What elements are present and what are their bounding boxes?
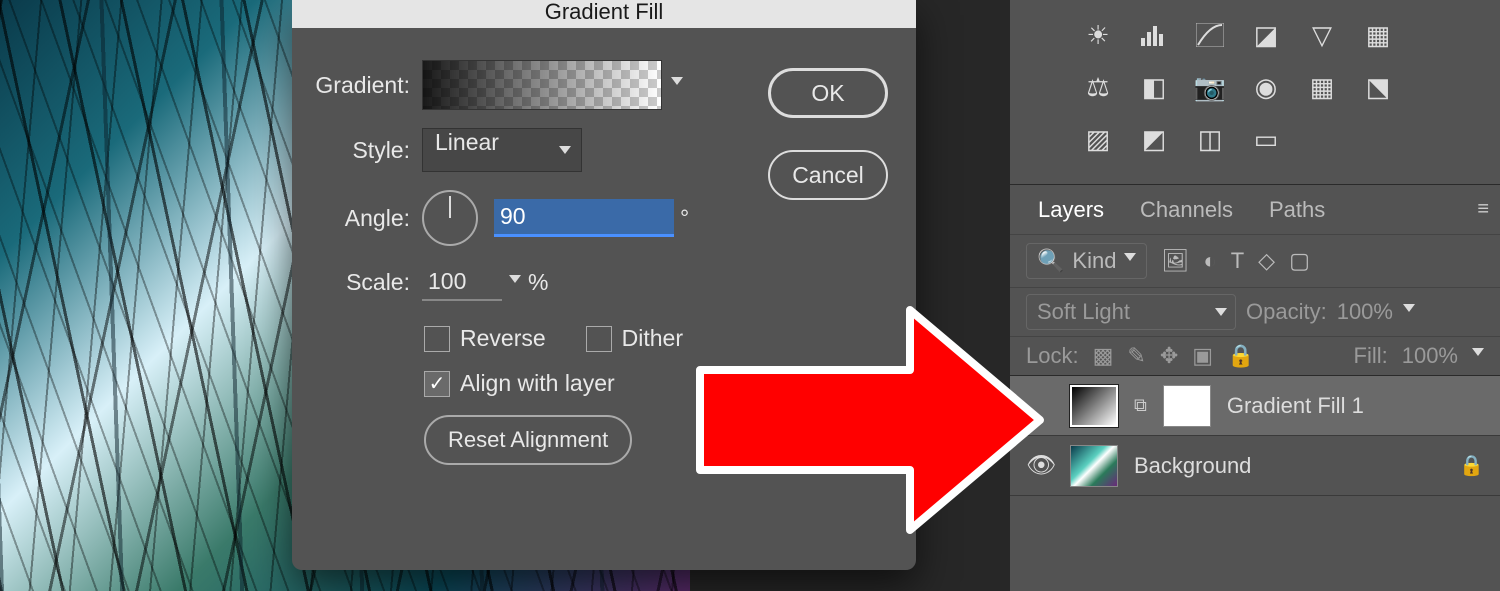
lock-icon: 🔒 (1459, 453, 1484, 478)
color-balance-icon[interactable]: ⚖ (1080, 72, 1116, 102)
kind-label: Kind (1072, 248, 1116, 274)
lock-label: Lock: (1026, 343, 1079, 369)
reset-alignment-button[interactable]: Reset Alignment (424, 415, 632, 465)
levels-icon[interactable] (1136, 20, 1172, 50)
filter-shape-icon[interactable]: ◇ (1258, 248, 1275, 274)
dither-label: Dither (622, 325, 683, 352)
gradient-map-icon[interactable]: ▭ (1248, 124, 1284, 154)
opacity-label: Opacity: (1246, 299, 1327, 325)
angle-label: Angle: (292, 205, 422, 232)
gradient-label: Gradient: (292, 72, 422, 99)
chevron-down-icon (1215, 308, 1227, 316)
search-icon: 🔍 (1037, 248, 1064, 274)
panel-menu-icon[interactable]: ≡ (1477, 198, 1490, 221)
hue-icon[interactable]: ▦ (1360, 20, 1396, 50)
layers-list: ⧉ Gradient Fill 1 👁 Background 🔒 (1010, 375, 1500, 496)
angle-dial[interactable] (422, 190, 478, 246)
filter-smart-icon[interactable]: ▢ (1289, 248, 1310, 274)
filter-pixel-icon[interactable]: 🖼 (1161, 248, 1189, 274)
angle-unit: ° (680, 205, 689, 232)
layer-thumbnail[interactable] (1070, 385, 1118, 427)
gradient-fill-dialog: Gradient Fill OK Cancel Gradient: Style:… (292, 0, 916, 570)
layers-panel: Layers Channels Paths ≡ 🔍 Kind 🖼 ◐ T ◇ ▢… (1010, 184, 1500, 496)
dither-checkbox[interactable] (586, 326, 612, 352)
angle-input[interactable] (494, 199, 674, 237)
threshold-icon[interactable]: ◩ (1136, 124, 1172, 154)
lock-pixels-icon[interactable]: ✎ (1127, 343, 1145, 369)
fill-value[interactable]: 100% (1402, 343, 1458, 369)
opacity-value[interactable]: 100% (1337, 299, 1393, 325)
lock-all-icon[interactable]: 🔒 (1227, 343, 1254, 369)
photo-filter-icon[interactable]: 📷 (1192, 72, 1228, 102)
adjustments-icons: ☀ ◪ ▽ ▦ ⚖ ◧ 📷 ◉ ▦ ⬔ ▨ ◩ ◫ ▭ (1010, 0, 1500, 164)
lock-artboard-icon[interactable]: ▣ (1192, 343, 1213, 369)
align-checkbox[interactable] (424, 371, 450, 397)
filter-adjust-icon[interactable]: ◐ (1203, 248, 1216, 274)
layer-thumbnail[interactable] (1070, 445, 1118, 487)
filter-kind-select[interactable]: 🔍 Kind (1026, 243, 1147, 279)
brightness-icon[interactable]: ☀ (1080, 20, 1116, 50)
style-value: Linear (435, 129, 499, 155)
lock-position-icon[interactable]: ✥ (1160, 343, 1178, 369)
style-label: Style: (292, 137, 422, 164)
scale-input[interactable] (422, 264, 502, 301)
exposure-icon[interactable]: ◪ (1248, 20, 1284, 50)
align-label: Align with layer (460, 370, 615, 397)
vibrance-icon[interactable]: ▽ (1304, 20, 1340, 50)
scale-unit: % (528, 269, 548, 296)
chevron-down-icon[interactable] (1403, 304, 1415, 312)
blend-mode-value: Soft Light (1037, 299, 1130, 324)
style-select[interactable]: Linear (422, 128, 582, 172)
reverse-checkbox[interactable] (424, 326, 450, 352)
fill-label: Fill: (1354, 343, 1388, 369)
gradient-dropdown[interactable] (662, 60, 692, 110)
gradient-preview[interactable] (422, 60, 662, 110)
invert-icon[interactable]: ⬔ (1360, 72, 1396, 102)
layer-row[interactable]: 👁 Background 🔒 (1010, 436, 1500, 496)
layer-name[interactable]: Background (1134, 453, 1251, 479)
color-lookup-icon[interactable]: ▦ (1304, 72, 1340, 102)
posterize-icon[interactable]: ▨ (1080, 124, 1116, 154)
filter-type-icon[interactable]: T (1231, 248, 1244, 274)
chevron-down-icon (559, 146, 571, 154)
chevron-down-icon[interactable] (509, 275, 521, 283)
channel-mixer-icon[interactable]: ◉ (1248, 72, 1284, 102)
lock-transparency-icon[interactable]: ▩ (1093, 343, 1114, 369)
layer-row[interactable]: ⧉ Gradient Fill 1 (1010, 376, 1500, 436)
layer-mask-thumbnail[interactable] (1163, 385, 1211, 427)
reverse-label: Reverse (460, 325, 546, 352)
chevron-down-icon[interactable] (1472, 348, 1484, 356)
bw-icon[interactable]: ◧ (1136, 72, 1172, 102)
layer-name[interactable]: Gradient Fill 1 (1227, 393, 1364, 419)
chevron-down-icon (1124, 253, 1136, 261)
link-icon: ⧉ (1134, 395, 1147, 416)
dialog-title: Gradient Fill (292, 0, 916, 28)
tab-channels[interactable]: Channels (1122, 197, 1251, 223)
right-panels: ☀ ◪ ▽ ▦ ⚖ ◧ 📷 ◉ ▦ ⬔ ▨ ◩ ◫ ▭ Layers Chann… (1010, 0, 1500, 591)
blend-mode-select[interactable]: Soft Light (1026, 294, 1236, 330)
selective-color-icon[interactable]: ◫ (1192, 124, 1228, 154)
scale-label: Scale: (292, 269, 422, 296)
curves-icon[interactable] (1192, 20, 1228, 50)
tab-paths[interactable]: Paths (1251, 197, 1343, 223)
tab-layers[interactable]: Layers (1020, 197, 1122, 223)
visibility-toggle[interactable]: 👁 (1026, 451, 1054, 480)
